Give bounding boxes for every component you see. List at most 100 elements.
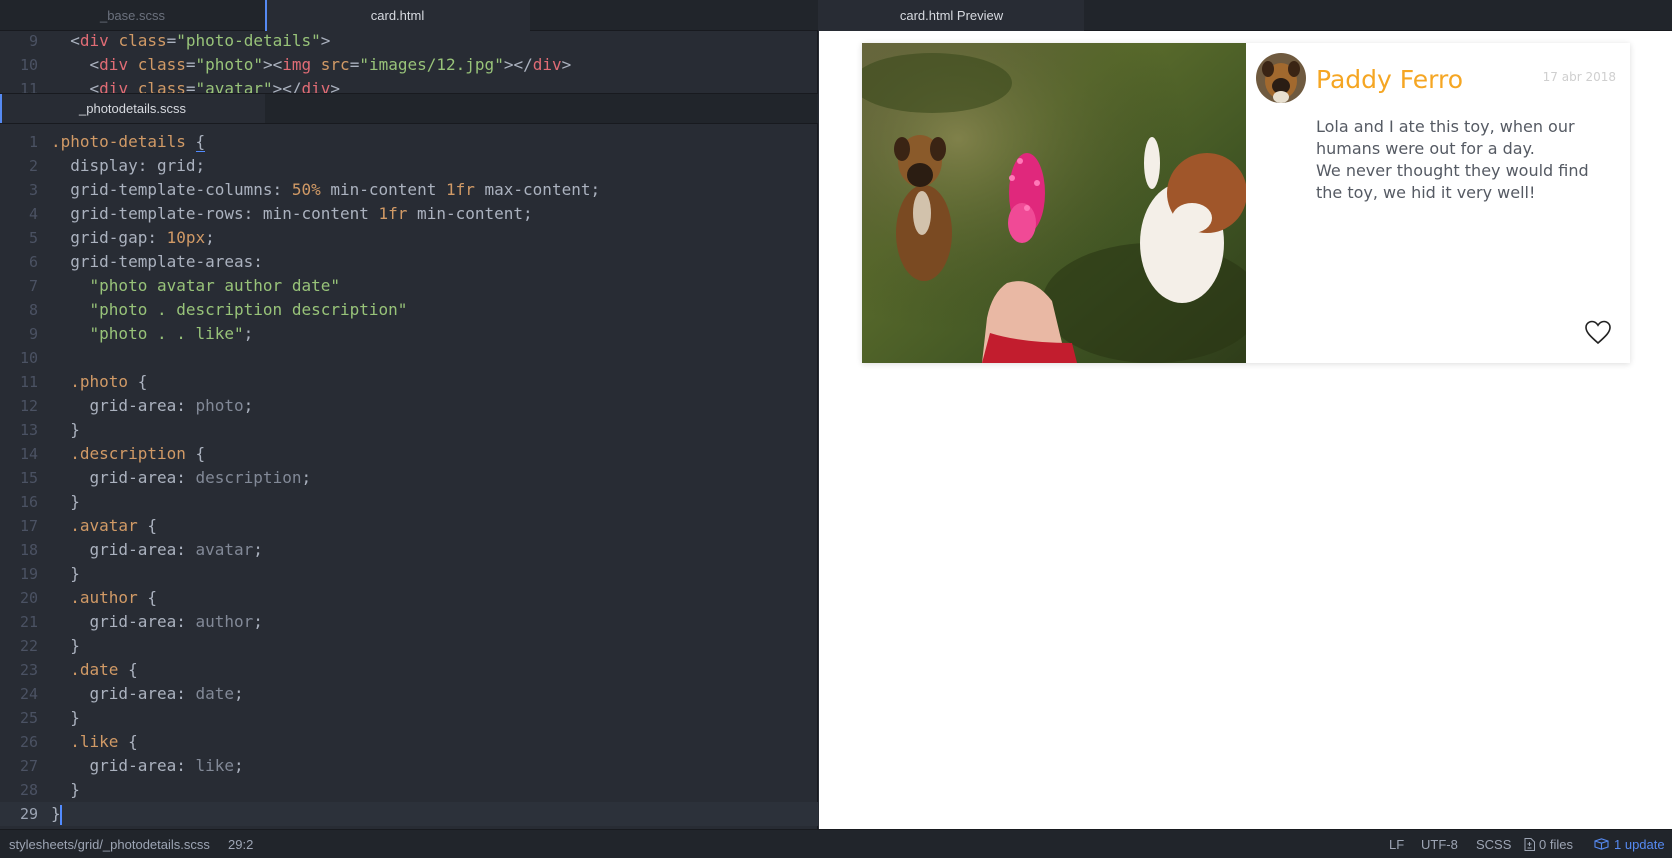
code-line[interactable]: 11 <div class="avatar"></div> bbox=[0, 77, 818, 93]
code-text: .avatar { bbox=[70, 516, 157, 535]
status-updates[interactable]: 1 update bbox=[1594, 830, 1665, 858]
text-cursor bbox=[59, 804, 62, 825]
code-text: <div class="photo"><img src="images/12.j… bbox=[89, 55, 572, 74]
status-cursor-position[interactable]: 29:2 bbox=[228, 830, 253, 858]
code-text: .date { bbox=[70, 660, 138, 679]
code-line[interactable]: 17 .avatar { bbox=[0, 514, 818, 538]
code-line[interactable]: 22 } bbox=[0, 634, 818, 658]
tab-active-indicator bbox=[0, 94, 2, 123]
code-line[interactable]: 21 grid-area: author; bbox=[0, 610, 818, 634]
code-line[interactable]: 23 .date { bbox=[0, 658, 818, 682]
line-number: 7 bbox=[28, 277, 38, 295]
line-number: 6 bbox=[28, 253, 38, 271]
code-line[interactable]: 27 grid-area: like; bbox=[0, 754, 818, 778]
code-line[interactable]: 12 grid-area: photo; bbox=[0, 394, 818, 418]
line-number: 10 bbox=[19, 349, 38, 367]
like-button[interactable] bbox=[1584, 319, 1612, 347]
line-number: 21 bbox=[19, 613, 38, 631]
line-number: 9 bbox=[28, 325, 38, 343]
code-line[interactable]: 7 "photo avatar author date" bbox=[0, 274, 818, 298]
avatar bbox=[1256, 53, 1306, 103]
code-line[interactable]: 10 bbox=[0, 346, 818, 370]
tab-base-scss[interactable]: _base.scss bbox=[0, 0, 265, 31]
line-number: 14 bbox=[19, 445, 38, 463]
line-number: 28 bbox=[19, 781, 38, 799]
code-text: <div class="avatar"></div> bbox=[89, 79, 341, 93]
code-text: grid-gap: 10px; bbox=[51, 228, 215, 247]
tab-label: _photodetails.scss bbox=[79, 101, 186, 116]
code-text: grid-template-rows: min-content 1fr min-… bbox=[51, 204, 533, 223]
code-line[interactable]: 29} bbox=[0, 802, 818, 826]
code-text: "photo . . like"; bbox=[89, 324, 254, 343]
code-line[interactable]: 16 } bbox=[0, 490, 818, 514]
tab-active-indicator bbox=[265, 0, 267, 31]
line-number: 12 bbox=[19, 397, 38, 415]
tab-card-html-preview[interactable]: card.html Preview bbox=[819, 0, 1084, 31]
code-text: } bbox=[51, 420, 80, 439]
tab-photodetails-scss[interactable]: _photodetails.scss bbox=[0, 94, 265, 123]
status-line-ending[interactable]: LF bbox=[1389, 830, 1404, 858]
line-number: 24 bbox=[19, 685, 38, 703]
code-line[interactable]: 8 "photo . description description" bbox=[0, 298, 818, 322]
code-line[interactable]: 11 .photo { bbox=[0, 370, 818, 394]
code-line[interactable]: 18 grid-area: avatar; bbox=[0, 538, 818, 562]
code-text: } bbox=[51, 780, 80, 799]
post-date: 17 abr 2018 bbox=[1542, 70, 1616, 84]
code-text: grid-area: description; bbox=[51, 468, 312, 487]
code-line[interactable]: 5 grid-gap: 10px; bbox=[0, 226, 818, 250]
code-line[interactable]: 24 grid-area: date; bbox=[0, 682, 818, 706]
author-name: Paddy Ferro bbox=[1316, 65, 1464, 94]
code-line[interactable]: 9 <div class="photo-details"> bbox=[0, 31, 818, 53]
code-text: grid-template-areas: bbox=[51, 252, 263, 271]
status-updates-label: 1 update bbox=[1614, 837, 1665, 852]
dogs-photo-icon bbox=[862, 43, 1246, 363]
code-text: } bbox=[51, 564, 80, 583]
line-number: 20 bbox=[19, 589, 38, 607]
preview-tab-bar: card.html Preview bbox=[819, 0, 1672, 31]
code-text: .photo { bbox=[70, 372, 148, 391]
tab-card-html[interactable]: card.html bbox=[265, 0, 530, 31]
code-line[interactable]: 26 .like { bbox=[0, 730, 818, 754]
file-diff-icon bbox=[1524, 838, 1535, 851]
code-line[interactable]: 6 grid-template-areas: bbox=[0, 250, 818, 274]
code-line[interactable]: 20 .author { bbox=[0, 586, 818, 610]
code-line[interactable]: 4 grid-template-rows: min-content 1fr mi… bbox=[0, 202, 818, 226]
line-number: 9 bbox=[28, 32, 38, 50]
line-number: 16 bbox=[19, 493, 38, 511]
code-line[interactable]: 14 .description { bbox=[0, 442, 818, 466]
scss-editor[interactable]: 1 .photo-details {2 display: grid; 3 grid-… bbox=[0, 124, 818, 829]
line-number: 27 bbox=[19, 757, 38, 775]
code-text: } bbox=[51, 708, 80, 727]
status-grammar[interactable]: SCSS bbox=[1476, 830, 1511, 858]
code-line[interactable]: 3 grid-template-columns: 50% min-content… bbox=[0, 178, 818, 202]
line-number: 3 bbox=[28, 181, 38, 199]
line-number: 15 bbox=[19, 469, 38, 487]
code-line[interactable]: 9 "photo . . like"; bbox=[0, 322, 818, 346]
code-text: .author { bbox=[70, 588, 157, 607]
code-text: grid-area: photo; bbox=[51, 396, 254, 415]
tab-label: _base.scss bbox=[99, 8, 166, 23]
line-number: 26 bbox=[19, 733, 38, 751]
code-text: grid-area: author; bbox=[51, 612, 263, 631]
code-line[interactable]: 13 } bbox=[0, 418, 818, 442]
status-file-path[interactable]: stylesheets/grid/_photodetails.scss bbox=[9, 830, 210, 858]
status-encoding[interactable]: UTF-8 bbox=[1421, 830, 1458, 858]
status-git-files[interactable]: 0 files bbox=[1524, 830, 1573, 858]
code-line[interactable]: 19 } bbox=[0, 562, 818, 586]
code-line[interactable]: 2 display: grid; bbox=[0, 154, 818, 178]
code-line[interactable]: 10 <div class="photo"><img src="images/1… bbox=[0, 53, 818, 77]
description-line: We never thought they would find the toy… bbox=[1316, 161, 1589, 202]
code-line[interactable]: 15 grid-area: description; bbox=[0, 466, 818, 490]
code-text: } bbox=[51, 636, 80, 655]
code-line[interactable]: 28 } bbox=[0, 778, 818, 802]
code-text: "photo avatar author date" bbox=[89, 276, 340, 295]
status-git-files-label: 0 files bbox=[1539, 837, 1573, 852]
code-line[interactable]: 1 .photo-details { bbox=[0, 130, 818, 154]
line-number: 1 bbox=[28, 133, 38, 151]
html-editor[interactable]: 9 <div class="photo-details"> 10 <div cla… bbox=[0, 31, 818, 93]
code-text: .description { bbox=[70, 444, 206, 463]
code-line[interactable]: 25 } bbox=[0, 706, 818, 730]
line-number: 17 bbox=[19, 517, 38, 535]
line-number: 18 bbox=[19, 541, 38, 559]
code-text: } bbox=[51, 804, 62, 825]
